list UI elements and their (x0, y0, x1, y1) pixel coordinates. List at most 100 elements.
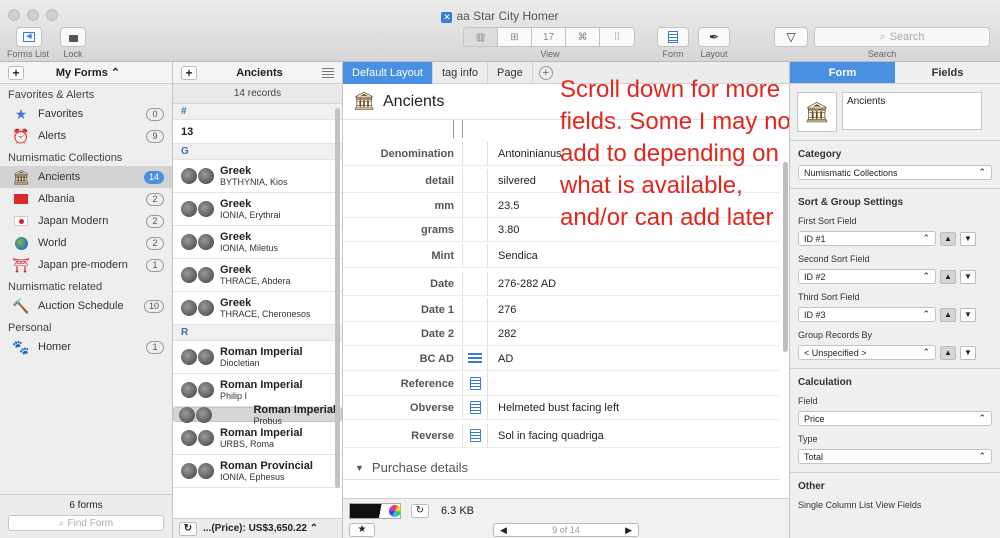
next-record-button[interactable]: ▶ (625, 525, 632, 536)
sort-descending-button[interactable]: ▼ (960, 231, 976, 246)
field-value[interactable]: 23.5 (488, 200, 519, 212)
previous-record-button[interactable]: ◀ (500, 525, 507, 536)
field-value[interactable]: 276-282 AD (488, 278, 556, 290)
sidebar-item-japan-pre-modern[interactable]: ⛩ Japan pre-modern 1 (0, 254, 172, 276)
sidebar-item-albania[interactable]: Albania 2 (0, 188, 172, 210)
sort-descending-button[interactable]: ▼ (960, 307, 976, 322)
price-total[interactable]: ...(Price): US$3,650.22 ⌃ (203, 523, 318, 534)
window-title-text: aa Star City Homer (456, 9, 559, 23)
list-item[interactable]: Greek THRACE, Abdera (173, 259, 342, 292)
note-icon[interactable] (462, 395, 488, 420)
field-value[interactable]: 282 (488, 328, 516, 340)
my-forms-menu[interactable]: My Forms ⌃ (24, 66, 152, 79)
field-value[interactable]: Sendica (488, 250, 538, 262)
star-icon[interactable]: ★ (349, 523, 375, 537)
field-label: Reverse (411, 429, 454, 442)
record-subtitle: IONIA, Ephesus (220, 472, 285, 482)
paw-icon: 🐾 (12, 338, 30, 355)
list-item[interactable]: 13 (173, 120, 342, 144)
file-size: 6.3 KB (441, 505, 475, 517)
tab-tag-info[interactable]: tag info (433, 61, 489, 84)
records-title: Ancients (236, 66, 283, 79)
second-sort-select[interactable]: ID #2 ⌃ (798, 269, 936, 284)
search-input[interactable]: ⌕ Search (814, 27, 990, 47)
sidebar-item-favorites[interactable]: ★ Favorites 0 (0, 103, 172, 125)
group-header: R (173, 325, 342, 341)
sort-descending-button[interactable]: ▼ (960, 345, 976, 360)
sidebar-item-world[interactable]: World 2 (0, 232, 172, 254)
note-icon[interactable] (462, 423, 488, 448)
list-scrollbar[interactable] (335, 108, 340, 488)
column-resize-handle[interactable] (453, 120, 463, 138)
third-sort-select[interactable]: ID #3 ⌃ (798, 307, 936, 322)
field-value[interactable]: silvered (488, 175, 536, 187)
sidebar-item-alerts[interactable]: ⏰ Alerts 9 (0, 125, 172, 147)
list-item[interactable]: Roman Imperial Diocletian (173, 341, 342, 374)
note-icon[interactable] (462, 371, 488, 396)
add-layout-button[interactable]: + (538, 65, 553, 80)
form-icon-well[interactable]: 🏛 (797, 92, 837, 132)
sort-descending-button[interactable]: ▼ (960, 269, 976, 284)
sidebar-item-homer[interactable]: 🐾 Homer 1 (0, 336, 172, 358)
group-by-select[interactable]: < Unspecified > ⌃ (798, 345, 936, 360)
form-button[interactable] (657, 27, 689, 47)
layout-button[interactable]: ✒ (698, 27, 730, 47)
filter-button[interactable]: ▽ (774, 27, 808, 47)
tab-page[interactable]: Page (488, 61, 533, 84)
layout-label: Layout (700, 49, 728, 59)
list-item[interactable]: Greek BYTHYNIA, Kios (173, 160, 342, 193)
forms-list-button[interactable]: ◀ (16, 27, 42, 47)
lock-button[interactable] (60, 27, 86, 47)
sort-ascending-button[interactable]: ▲ (940, 345, 956, 360)
field-value[interactable]: Helmeted bust facing left (488, 402, 619, 414)
list-icon[interactable] (462, 346, 488, 371)
add-form-button[interactable]: + (8, 65, 24, 80)
find-form-input[interactable]: ⌕ Find Form (8, 515, 164, 531)
form-name-field[interactable]: Ancients (842, 92, 982, 130)
color-wheel-icon[interactable] (389, 505, 401, 517)
category-value: Numismatic Collections (804, 167, 898, 178)
refresh-icon[interactable]: ↻ (411, 504, 429, 518)
tab-default-layout[interactable]: Default Layout (343, 61, 433, 84)
field-value[interactable]: Antoninianus (488, 148, 562, 160)
calendar-view-button[interactable]: 17 (532, 28, 566, 46)
table-view-button[interactable]: ▥ (464, 28, 498, 46)
tab-fields[interactable]: Fields (895, 62, 1000, 84)
tab-form[interactable]: Form (790, 62, 895, 84)
list-options-icon[interactable] (322, 67, 334, 78)
calc-type-select[interactable]: Total ⌃ (798, 449, 992, 464)
coin-thumbnail (181, 463, 214, 479)
calc-field-select[interactable]: Price ⌃ (798, 411, 992, 426)
inspector-tabs: Form Fields (790, 62, 1000, 84)
search-label: Search (867, 49, 897, 59)
sort-ascending-button[interactable]: ▲ (940, 231, 956, 246)
list-item-selected[interactable]: Roman Imperial Probus (173, 404, 342, 426)
field-value[interactable]: 3.80 (488, 224, 519, 236)
sidebar-item-japan-modern[interactable]: Japan Modern 2 (0, 210, 172, 232)
grid-view-button[interactable]: ⁞⁞ (600, 28, 634, 46)
sort-ascending-button[interactable]: ▲ (940, 307, 956, 322)
document-icon: ✕ (441, 12, 453, 23)
card-view-button[interactable]: ⊞ (498, 28, 532, 46)
list-item[interactable]: Roman Imperial Philip I (173, 374, 342, 407)
first-sort-select[interactable]: ID #1 ⌃ (798, 231, 936, 246)
add-record-button[interactable]: + (181, 65, 197, 80)
refresh-icon[interactable]: ↻ (179, 521, 197, 536)
sort-ascending-button[interactable]: ▲ (940, 269, 956, 284)
list-item[interactable]: Greek IONIA, Miletus (173, 226, 342, 259)
field-value[interactable]: AD (488, 353, 513, 365)
sidebar-item-auction-schedule[interactable]: 🔨 Auction Schedule 10 (0, 295, 172, 317)
sidebar-item-label: Ancients (38, 171, 81, 183)
field-value[interactable]: 276 (488, 304, 516, 316)
inspector-settings: Category Numismatic Collections ⌃ Sort & … (790, 140, 1000, 510)
field-value[interactable]: Sol in facing quadriga (488, 430, 604, 442)
list-item[interactable]: Roman Provincial IONIA, Ephesus (173, 455, 342, 488)
purchase-details-section[interactable]: ▼ Purchase details (343, 456, 780, 480)
sidebar-item-label: World (38, 237, 67, 249)
list-item[interactable]: Greek THRACE, Cheronesos (173, 292, 342, 325)
sidebar-item-ancients[interactable]: 🏛 Ancients 14 (0, 166, 172, 188)
list-item[interactable]: Greek IONIA, Erythrai (173, 193, 342, 226)
category-select[interactable]: Numismatic Collections ⌃ (798, 165, 992, 180)
map-view-button[interactable]: ⌘ (566, 28, 600, 46)
list-item[interactable]: Roman Imperial URBS, Roma (173, 422, 342, 455)
